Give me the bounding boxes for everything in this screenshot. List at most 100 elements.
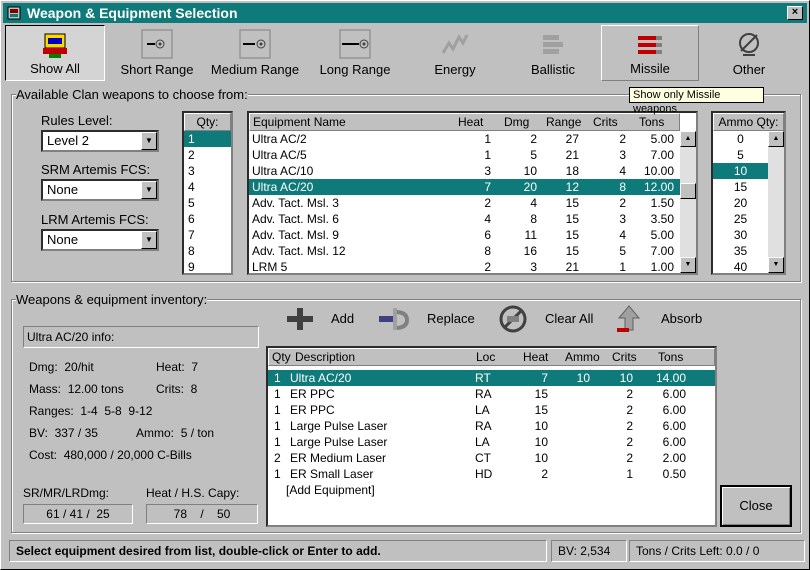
ammo-scrollbar[interactable]: ▲ ▼ [768, 131, 784, 273]
qty-item[interactable]: 9 [184, 259, 231, 274]
status-tons-crits: Tons / Crits Left: 0.0 / 0 [629, 540, 805, 562]
equipment-row[interactable]: Ultra AC/10 3 10 18 4 10.00 [249, 163, 680, 179]
ammo-item[interactable]: 15 [713, 179, 768, 195]
inventory-cell-heat: 10 [534, 451, 548, 465]
qty-item[interactable]: 5 [184, 195, 231, 211]
show-all-icon [43, 33, 67, 58]
qty-item[interactable]: 4 [184, 179, 231, 195]
qty-item[interactable]: 6 [184, 211, 231, 227]
show-all-button[interactable]: Show All [5, 25, 105, 81]
header-tons: Tons [639, 115, 665, 129]
inventory-cell-tons: 6.00 [662, 419, 686, 433]
energy-icon [441, 34, 469, 54]
ammo-item[interactable]: 20 [713, 195, 768, 211]
ammo-item[interactable]: 35 [713, 243, 768, 259]
equipment-cell-dmg: 8 [530, 212, 537, 226]
add-equipment-label: [Add Equipment] [286, 483, 375, 497]
ballistic-button[interactable]: Ballistic [505, 25, 601, 81]
ammo-qty-list[interactable]: Ammo Qty: 0 5 10 15 20 25 30 35 40 ▲ ▼ [711, 111, 786, 275]
scroll-down-icon[interactable]: ▼ [768, 257, 784, 273]
lrm-artemis-select[interactable]: None ▼ [41, 229, 159, 251]
add-equipment-row[interactable]: [Add Equipment] [268, 482, 715, 498]
inventory-row[interactable]: 1 ER PPC LA 15 2 6.00 [268, 402, 715, 418]
inventory-list[interactable]: Qty Description Loc Heat Ammo Crits Tons… [266, 346, 717, 527]
inventory-cell-qty: 1 [274, 419, 281, 433]
qty-item-label: 7 [188, 228, 195, 242]
rules-level-select[interactable]: Level 2 ▼ [41, 130, 159, 152]
qty-item[interactable]: 2 [184, 147, 231, 163]
equipment-row[interactable]: Adv. Tact. Msl. 12 8 16 15 5 7.00 [249, 243, 680, 259]
equipment-scrollbar[interactable]: ▲ ▼ [680, 131, 696, 273]
short-range-icon [141, 29, 173, 59]
scroll-up-icon[interactable]: ▲ [768, 131, 784, 147]
equipment-row[interactable]: Ultra AC/5 1 5 21 3 7.00 [249, 147, 680, 163]
filter-toolbar: Show All Short Range Medium Range Long R… [5, 25, 807, 81]
equipment-cell-heat: 1 [484, 132, 491, 146]
srm-artemis-select[interactable]: None ▼ [41, 179, 159, 201]
medium-range-icon [239, 29, 271, 59]
missile-button[interactable]: Missile [601, 25, 699, 81]
equipment-row[interactable]: Adv. Tact. Msl. 6 4 8 15 3 3.50 [249, 211, 680, 227]
ammo-item-label: 5 [737, 148, 744, 162]
absorb-button[interactable]: Absorb [613, 304, 713, 334]
equipment-list[interactable]: Equipment Name Heat Dmg Range Crits Tons… [247, 111, 698, 275]
clear-all-button[interactable]: Clear All [497, 304, 602, 334]
qty-item[interactable]: 7 [184, 227, 231, 243]
equipment-header: Equipment Name Heat Dmg Range Crits Tons [249, 113, 680, 131]
ammo-item[interactable]: 5 [713, 147, 768, 163]
equipment-cell-dmg: 11 [524, 228, 537, 242]
add-button[interactable]: Add [283, 304, 363, 334]
ammo-item[interactable]: 25 [713, 211, 768, 227]
clear-all-icon [499, 305, 527, 333]
other-button[interactable]: Other [699, 25, 799, 81]
ammo-item[interactable]: 0 [713, 131, 768, 147]
chevron-down-icon[interactable]: ▼ [141, 231, 157, 249]
available-group-label: Available Clan weapons to choose from: [16, 87, 248, 102]
chevron-down-icon[interactable]: ▼ [141, 132, 157, 150]
qty-item[interactable]: 8 [184, 243, 231, 259]
inventory-cell-crits: 2 [626, 451, 633, 465]
inventory-row[interactable]: 1 Ultra AC/20 RT 7 10 10 14.00 [268, 370, 715, 386]
medium-range-button[interactable]: Medium Range [205, 25, 305, 81]
window-close-button[interactable]: × [787, 6, 803, 20]
qty-item[interactable]: 3 [184, 163, 231, 179]
inventory-row[interactable]: 1 Large Pulse Laser RA 10 2 6.00 [268, 418, 715, 434]
equipment-row[interactable]: Ultra AC/2 1 2 27 2 5.00 [249, 131, 680, 147]
scroll-up-icon[interactable]: ▲ [680, 131, 696, 147]
inventory-group-label: Weapons & equipment inventory: [16, 292, 208, 307]
replace-button[interactable]: Replace [377, 304, 487, 334]
close-button[interactable]: Close [720, 485, 792, 527]
equipment-cell-name: Ultra AC/5 [252, 148, 307, 162]
scroll-down-icon[interactable]: ▼ [680, 257, 696, 273]
equipment-row[interactable]: Ultra AC/20 7 20 12 8 12.00 [249, 179, 680, 195]
scroll-thumb[interactable] [680, 183, 696, 199]
equipment-row[interactable]: Adv. Tact. Msl. 9 6 11 15 4 5.00 [249, 227, 680, 243]
energy-button[interactable]: Energy [405, 25, 505, 81]
chevron-down-icon[interactable]: ▼ [141, 181, 157, 199]
inventory-row[interactable]: 1 ER Small Laser HD 2 1 0.50 [268, 466, 715, 482]
inventory-row[interactable]: 2 ER Medium Laser CT 10 2 2.00 [268, 450, 715, 466]
inventory-row[interactable]: 1 Large Pulse Laser LA 10 2 6.00 [268, 434, 715, 450]
qty-item-label: 3 [188, 164, 195, 178]
ammo-item[interactable]: 30 [713, 227, 768, 243]
qty-item[interactable]: 1 [184, 131, 231, 147]
ammo-item[interactable]: 40 [713, 259, 768, 273]
equipment-cell-dmg: 16 [523, 244, 537, 258]
short-range-button[interactable]: Short Range [107, 25, 207, 81]
inventory-cell-ammo: 10 [576, 371, 590, 385]
ammo-item[interactable]: 10 [713, 163, 768, 179]
long-range-button[interactable]: Long Range [305, 25, 405, 81]
ammo-qty-header: Ammo Qty: [713, 113, 784, 131]
inventory-cell-crits: 2 [626, 435, 633, 449]
equipment-cell-tons: 10.00 [643, 164, 674, 178]
inventory-cell-loc: HD [475, 467, 493, 481]
equipment-row[interactable]: Adv. Tact. Msl. 3 2 4 15 2 1.50 [249, 195, 680, 211]
other-icon [739, 33, 759, 56]
qty-item-label: 9 [188, 260, 195, 274]
replace-label: Replace [427, 311, 475, 326]
header-crits: Crits [593, 115, 618, 129]
inventory-row[interactable]: 1 ER PPC RA 15 2 6.00 [268, 386, 715, 402]
qty-list[interactable]: Qty: 1 2 3 4 5 6 7 8 9 [182, 111, 233, 275]
status-bv: BV: 2,534 [551, 540, 627, 562]
equipment-row[interactable]: LRM 5 2 3 21 1 1.00 [249, 259, 680, 273]
